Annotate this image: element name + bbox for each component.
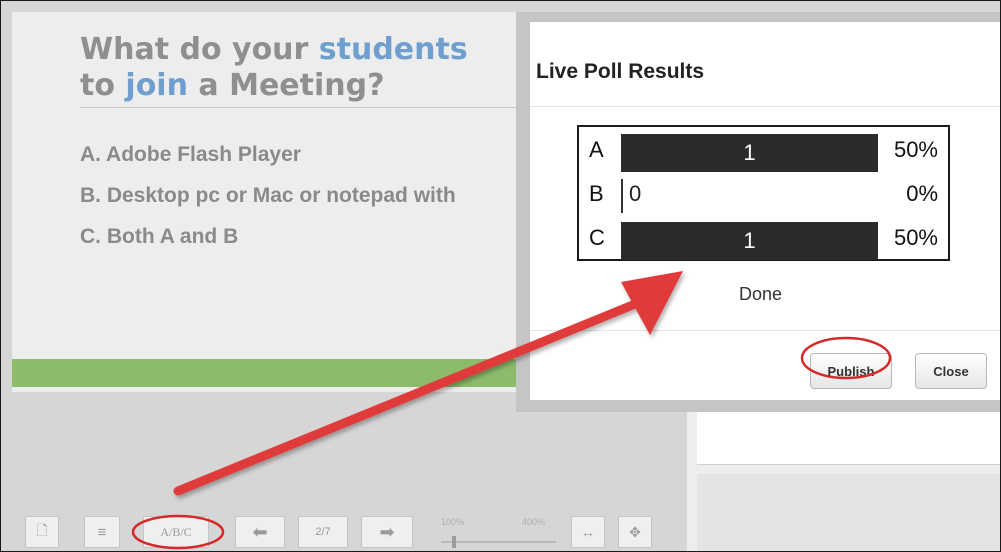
- result-bar: 1: [621, 222, 878, 260]
- document-icon: 🗋: [36, 522, 48, 538]
- result-bar: 1: [621, 134, 878, 172]
- upload-button[interactable]: 🗋: [25, 516, 59, 548]
- result-percent: 0%: [906, 181, 938, 206]
- pan-button[interactable]: ✥: [618, 516, 652, 548]
- zoom-slider-handle[interactable]: [452, 536, 456, 548]
- side-panel: [687, 396, 1000, 551]
- slide-option-c: C. Both A and B: [80, 225, 239, 248]
- page-indicator-button[interactable]: 2/7: [298, 516, 348, 548]
- align-left-icon: ≡: [97, 523, 107, 541]
- zoom-min-label: 100%: [441, 517, 465, 527]
- result-row-c: C 1 50%: [579, 219, 948, 260]
- result-percent: 50%: [893, 137, 938, 162]
- slide-title: What do your students to join a Meeting?: [80, 32, 550, 104]
- poll-status: Done: [739, 284, 783, 304]
- title-text: to: [80, 68, 126, 103]
- page-indicator: 2/7: [315, 526, 331, 538]
- publish-button[interactable]: Publish: [810, 353, 892, 389]
- result-count: 1: [743, 228, 756, 253]
- result-percent: 50%: [893, 225, 938, 250]
- result-row-b: B 0 0%: [579, 175, 948, 215]
- screenshot-frame: What do your students to join a Meeting?…: [0, 0, 1001, 552]
- live-poll-dialog: Live Poll Results A 1 50% B 0 0% C 1 50%…: [516, 12, 1000, 412]
- title-text: What do your: [80, 32, 319, 67]
- fit-width-button[interactable]: ↔: [571, 516, 605, 548]
- slide-footer-bar: [12, 359, 532, 387]
- title-text: a Meeting?: [187, 68, 385, 103]
- slide-divider: [80, 107, 540, 108]
- result-count: 0: [629, 181, 642, 206]
- result-letter: A: [589, 137, 604, 162]
- move-icon: ✥: [629, 523, 641, 540]
- title-accent-text: join: [125, 68, 188, 103]
- dialog-footer-divider: [530, 330, 1000, 331]
- quick-poll-button[interactable]: A/B/C: [143, 516, 209, 548]
- slide-option-a: A. Adobe Flash Player: [80, 143, 301, 166]
- title-accent-text: students: [318, 32, 468, 67]
- presentation-slide: What do your students to join a Meeting?…: [12, 12, 552, 392]
- slide-option-b: B. Desktop pc or Mac or notepad with: [80, 184, 456, 207]
- dialog-header-divider: [530, 106, 1000, 107]
- zoom-max-label: 400%: [522, 517, 546, 527]
- result-bar: [621, 179, 623, 213]
- next-slide-button[interactable]: ➡: [361, 516, 413, 548]
- result-count: 1: [743, 140, 756, 165]
- poll-results-table: A 1 50% B 0 0% C 1 50%: [577, 125, 950, 261]
- align-button[interactable]: ≡: [84, 516, 120, 548]
- dialog-title: Live Poll Results: [536, 60, 705, 83]
- result-row-a: A 1 50%: [579, 131, 948, 172]
- zoom-slider[interactable]: [441, 541, 556, 543]
- dialog-body: Live Poll Results A 1 50% B 0 0% C 1 50%…: [530, 22, 1000, 400]
- left-arrow-icon: ⬅: [252, 521, 268, 542]
- result-letter: C: [589, 225, 605, 250]
- right-arrow-icon: ➡: [379, 521, 395, 542]
- result-letter: B: [589, 181, 604, 206]
- fit-width-icon: ↔: [581, 524, 595, 540]
- close-button[interactable]: Close: [915, 353, 987, 389]
- side-panel-footer: [697, 474, 1000, 551]
- quick-poll-label: A/B/C: [160, 524, 192, 539]
- previous-slide-button[interactable]: ⬅: [235, 516, 285, 548]
